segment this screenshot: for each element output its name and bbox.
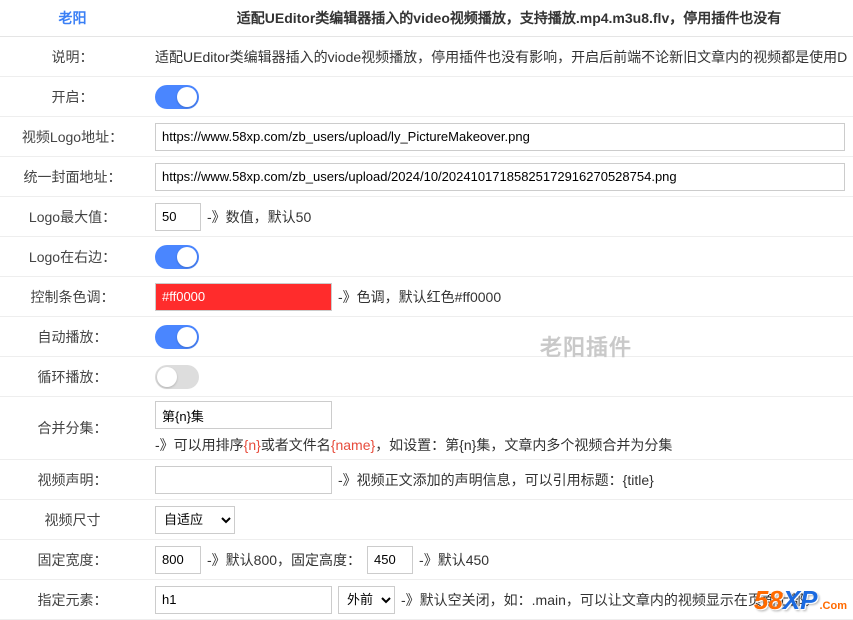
toggle-knob-icon	[177, 327, 197, 347]
label-autoplay: 自动播放：	[0, 327, 145, 347]
input-logo-max[interactable]	[155, 203, 201, 231]
toggle-knob-icon	[177, 247, 197, 267]
input-merge-ep[interactable]	[155, 401, 332, 429]
input-uni-cover[interactable]	[155, 163, 845, 191]
label-uni-cover: 统一封面地址：	[0, 167, 145, 187]
hint-control-color: -》色调，默认红色#ff0000	[338, 287, 501, 307]
input-stmt[interactable]	[155, 466, 332, 494]
label-stmt: 视频声明：	[0, 470, 145, 490]
input-logo-url[interactable]	[155, 123, 845, 151]
toggle-knob-icon	[157, 367, 177, 387]
label-loop: 循环播放：	[0, 367, 145, 387]
label-logo-right: Logo在右边：	[0, 247, 145, 267]
label-enable: 开启：	[0, 87, 145, 107]
input-control-color[interactable]	[155, 283, 332, 311]
desc-text: 适配UEditor类编辑器插入的viode视频播放，停用插件也没有影响，开启后前…	[155, 47, 847, 67]
page-title: 适配UEditor类编辑器插入的video视频播放，支持播放.mp4.m3u8.…	[145, 8, 853, 28]
hint-fixed-h: -》默认450	[419, 550, 489, 570]
hint-fixed-w: -》默认800，固定高度：	[207, 550, 361, 570]
select-size[interactable]: 自适应	[155, 506, 235, 534]
toggle-enable[interactable]	[155, 85, 199, 109]
input-fixed-w[interactable]	[155, 546, 201, 574]
label-logo-max: Logo最大值：	[0, 207, 145, 227]
input-fixed-h[interactable]	[367, 546, 413, 574]
select-elem-pos[interactable]: 外前	[338, 586, 395, 614]
label-logo-url: 视频Logo地址：	[0, 127, 145, 147]
hint-merge-ep: -》可以用排序{n}或者文件名{name}，如设置：第{n}集，文章内多个视频合…	[155, 435, 672, 455]
label-elem: 指定元素：	[0, 590, 145, 610]
label-desc: 说明：	[0, 47, 145, 67]
label-merge-ep: 合并分集：	[0, 418, 145, 438]
toggle-autoplay[interactable]	[155, 325, 199, 349]
hint-elem: -》默认空关闭，如：.main，可以让文章内的视频显示在页面上部。	[401, 590, 818, 610]
label-size: 视频尺寸	[0, 510, 145, 530]
hint-logo-max: -》数值，默认50	[207, 207, 311, 227]
input-elem[interactable]	[155, 586, 332, 614]
hint-stmt: -》视频正文添加的声明信息，可以引用标题：{title}	[338, 470, 654, 490]
label-control-color: 控制条色调：	[0, 287, 145, 307]
label-fixed-w: 固定宽度：	[0, 550, 145, 570]
toggle-logo-right[interactable]	[155, 245, 199, 269]
brand-label: 老阳	[0, 8, 145, 28]
toggle-loop[interactable]	[155, 365, 199, 389]
toggle-knob-icon	[177, 87, 197, 107]
